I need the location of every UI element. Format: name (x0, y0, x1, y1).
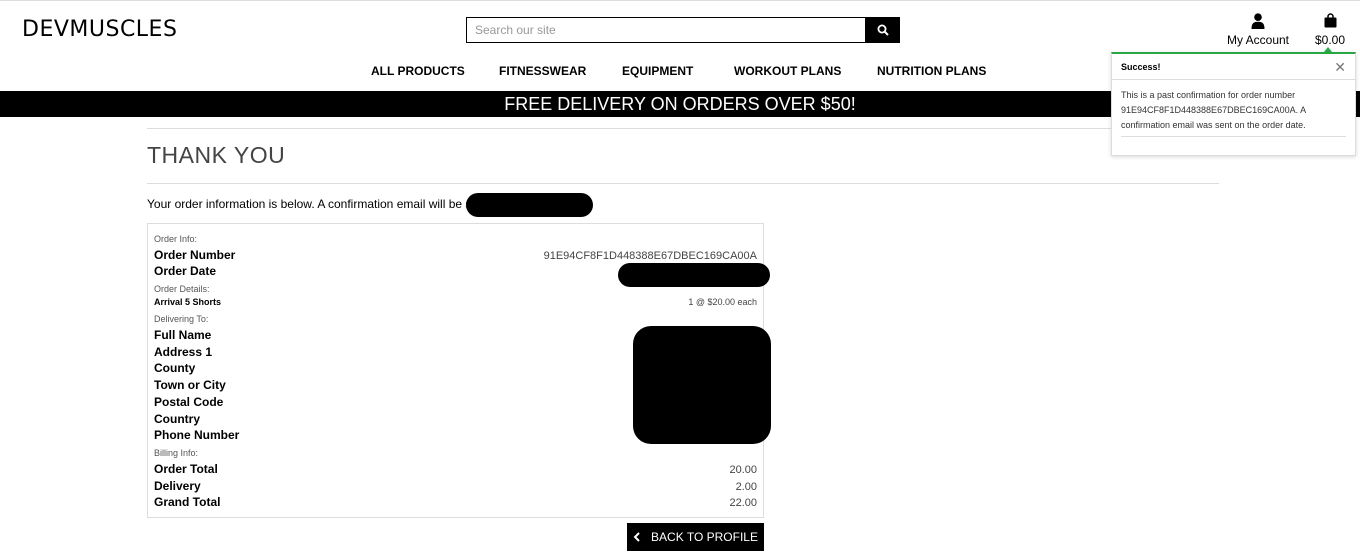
phone-label: Phone Number (154, 428, 240, 442)
grand-total-value: 22.00 (729, 497, 757, 509)
search-button[interactable] (865, 17, 900, 43)
delivery-label: Delivery (154, 479, 201, 493)
bag-total: $0.00 (1314, 33, 1346, 47)
county-label: County (154, 361, 196, 375)
search-form (466, 17, 900, 43)
shopping-bag-link[interactable]: $0.00 (1310, 13, 1350, 47)
divider (147, 128, 1219, 129)
toast-divider (1121, 136, 1346, 137)
my-account-label: My Account (1226, 33, 1290, 47)
intro-text: Your order information is below. A confi… (147, 197, 495, 211)
toast-title: Success! (1121, 61, 1161, 72)
close-icon[interactable]: ✕ (1334, 60, 1346, 74)
order-info-heading: Order Info: (154, 234, 198, 244)
back-to-profile-button[interactable]: BACK TO PROFILE (627, 523, 764, 551)
item-name: Arrival 5 Shorts (154, 297, 222, 307)
back-to-profile-label: BACK TO PROFILE (651, 530, 758, 544)
site-logo[interactable]: DEVMUSCLES (22, 17, 177, 42)
chevron-left-icon (633, 532, 640, 542)
nav-all-products[interactable]: ALL PRODUCTS (371, 64, 465, 78)
shopping-bag-icon (1324, 13, 1336, 28)
order-number-label: Order Number (154, 248, 236, 262)
delivering-heading: Delivering To: (154, 314, 209, 324)
user-icon (1251, 13, 1265, 29)
town-label: Town or City (154, 378, 226, 392)
redacted-address (633, 326, 771, 444)
nav-workout-plans[interactable]: WORKOUT PLANS (734, 64, 841, 78)
postal-code-label: Postal Code (154, 395, 224, 409)
item-quantity: 1 @ $20.00 each (688, 297, 757, 307)
full-name-label: Full Name (154, 328, 212, 342)
order-date-label: Order Date (154, 264, 217, 278)
nav-nutrition-plans[interactable]: NUTRITION PLANS (877, 64, 986, 78)
grand-total-label: Grand Total (154, 495, 221, 509)
country-label: Country (154, 412, 200, 426)
redacted-email (466, 193, 593, 217)
order-total-value: 20.00 (729, 464, 757, 476)
page-title: THANK YOU (147, 142, 286, 168)
address-label: Address 1 (154, 345, 213, 359)
success-toast: Success! ✕ This is a past confirmation f… (1111, 47, 1356, 156)
toast-message: This is a past confirmation for order nu… (1121, 90, 1306, 130)
redacted-order-date (618, 263, 770, 287)
order-number-value: 91E94CF8F1D448388E67DBEC169CA00A (543, 250, 757, 262)
nav-equipment[interactable]: EQUIPMENT (622, 64, 693, 78)
nav-fitnesswear[interactable]: FITNESSWEAR (499, 64, 586, 78)
order-details-heading: Order Details: (154, 284, 210, 294)
toast-arrow (1324, 47, 1332, 52)
delivery-value: 2.00 (735, 481, 757, 493)
search-input[interactable] (466, 17, 865, 43)
order-total-label: Order Total (154, 462, 218, 476)
billing-heading: Billing Info: (154, 448, 199, 458)
my-account-link[interactable]: My Account (1222, 13, 1294, 47)
divider (147, 183, 1219, 184)
search-icon (877, 24, 889, 36)
